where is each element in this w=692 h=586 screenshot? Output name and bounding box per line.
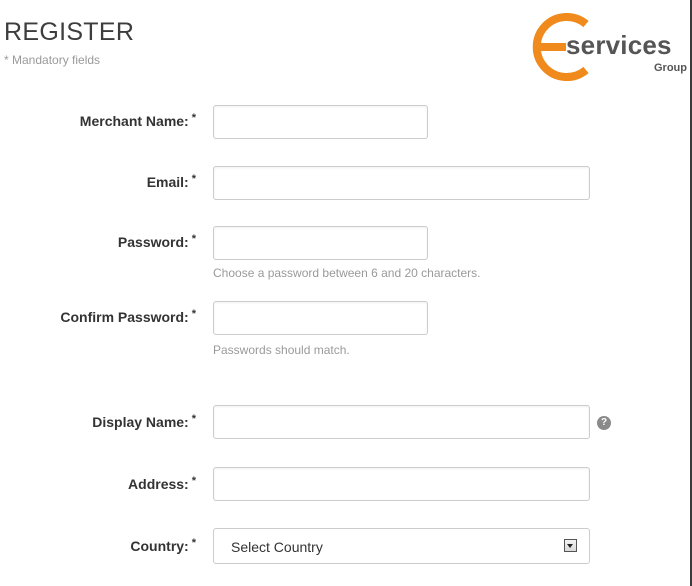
required-marker: * <box>191 413 196 425</box>
required-marker: * <box>191 173 196 185</box>
dropdown-arrow-icon[interactable] <box>564 539 577 552</box>
confirm-password-hint: Passwords should match. <box>213 343 350 357</box>
mandatory-fields-note: * Mandatory fields <box>4 53 101 67</box>
merchant-name-label-text: Merchant Name: <box>79 113 189 129</box>
email-label-text: Email: <box>146 174 189 190</box>
display-name-label: Display Name: * <box>92 413 196 430</box>
logo-wordmark: services <box>566 30 672 60</box>
confirm-password-label-text: Confirm Password: <box>60 309 189 325</box>
email-label: Email: * <box>146 173 196 190</box>
display-name-label-text: Display Name: <box>92 414 189 430</box>
country-select[interactable]: Select Country <box>213 528 590 564</box>
password-hint: Choose a password between 6 and 20 chara… <box>213 266 481 280</box>
merchant-name-label: Merchant Name: * <box>79 112 196 129</box>
password-label-text: Password: <box>117 234 189 250</box>
address-input[interactable] <box>213 467 590 501</box>
password-label: Password: * <box>117 233 196 250</box>
required-marker: * <box>191 233 196 245</box>
email-input[interactable] <box>213 166 590 200</box>
logo-subtext: Group <box>654 62 687 74</box>
password-input[interactable] <box>213 226 428 260</box>
required-marker: * <box>191 537 196 549</box>
country-select-value: Select Country <box>231 539 323 555</box>
confirm-password-input[interactable] <box>213 301 428 335</box>
confirm-password-label: Confirm Password: * <box>60 308 196 325</box>
required-marker: * <box>191 475 196 487</box>
display-name-input[interactable] <box>213 405 590 439</box>
country-label-text: Country: <box>130 538 189 554</box>
required-marker: * <box>191 308 196 320</box>
required-marker: * <box>191 112 196 124</box>
address-label-text: Address: <box>128 476 189 492</box>
address-label: Address: * <box>128 475 196 492</box>
merchant-name-input[interactable] <box>213 105 428 139</box>
help-icon[interactable]: ? <box>597 416 611 430</box>
country-label: Country: * <box>130 537 196 554</box>
eservices-logo: services Group <box>528 12 690 82</box>
page-title: REGISTER <box>4 18 135 46</box>
